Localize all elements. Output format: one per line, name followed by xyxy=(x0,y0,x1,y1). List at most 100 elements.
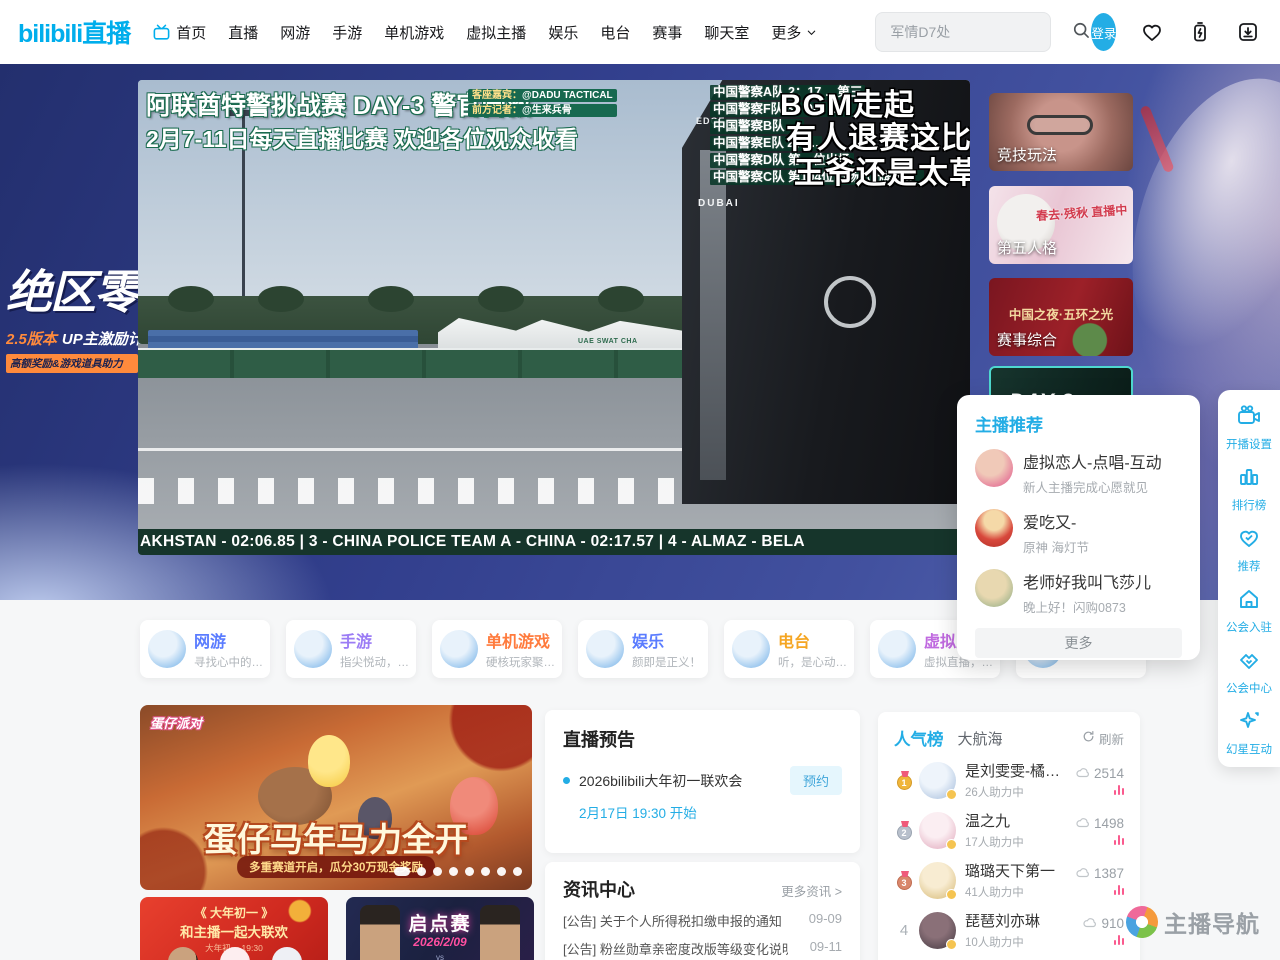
poster-banner: 高额奖励&游戏道具助力 xyxy=(6,354,138,373)
results-ticker: AKHSTAN - 02:06.85 | 3 - CHINA POLICE TE… xyxy=(138,529,970,555)
popularity-bars-icon xyxy=(1114,835,1125,845)
category-card-mobilegame[interactable]: 手游指尖悦动，… xyxy=(286,620,416,678)
favorites-heart-icon[interactable] xyxy=(1140,20,1164,44)
category-mascot xyxy=(440,630,478,668)
promo-carousel-banner[interactable]: 蛋仔派对 蛋仔马年马力全开 多重赛道开启，瓜分30万现金奖励 xyxy=(140,705,532,890)
avatar xyxy=(919,862,956,899)
nav-item-esports[interactable]: 赛事 xyxy=(652,22,682,43)
game-logo: 蛋仔派对 xyxy=(150,713,202,732)
recommend-more-button[interactable]: 更多 xyxy=(975,628,1182,658)
login-button[interactable]: 登录 xyxy=(1091,13,1116,51)
nav-item-mobilegame[interactable]: 手游 xyxy=(332,22,362,43)
ranking-row[interactable]: 3 璐璐天下第一 41人助力中 1387 xyxy=(894,860,1124,900)
stream-subtitle-overlay: 2月7-11日每天直播比赛 欢迎各位观众收看 xyxy=(146,120,578,154)
nav-item-more[interactable]: 更多 xyxy=(771,22,817,43)
search-box xyxy=(875,12,1051,52)
category-card-netgame[interactable]: 网游寻找心中的… xyxy=(140,620,270,678)
tool-broadcast-settings[interactable]: 开播设置 xyxy=(1226,404,1272,452)
refresh-icon xyxy=(1082,730,1095,746)
popularity-bars-icon xyxy=(1114,885,1125,895)
search-icon[interactable] xyxy=(1071,20,1091,45)
camera-icon xyxy=(1236,404,1262,433)
live-schedule-card: 直播预告 2026bilibili大年初一联欢会 预约 2月17日 19:30 … xyxy=(545,710,860,853)
avatar xyxy=(975,569,1013,607)
sub-banner-row: 《 大年初一 》 和主播一起大联欢 大年初一 19:30 启点赛 2026/2/… xyxy=(140,897,534,960)
avatar xyxy=(919,912,956,949)
tool-star-interact[interactable]: 幻星互动 xyxy=(1226,709,1272,757)
nav-item-netgame[interactable]: 网游 xyxy=(280,22,310,43)
tab-navigation-fleet[interactable]: 大航海 xyxy=(958,728,1003,749)
live-video-player[interactable]: UAE SWAT CHA EDGE DUBAI 阿联酋特警挑战赛 DAY-3 警… xyxy=(138,80,970,555)
carousel-dot[interactable] xyxy=(449,867,458,876)
battery-charge-icon[interactable] xyxy=(1188,20,1212,44)
category-mascot xyxy=(732,630,770,668)
carousel-dot[interactable] xyxy=(513,867,522,876)
side-stream-competitive[interactable]: 竞技玩法 xyxy=(989,93,1133,171)
refresh-button[interactable]: 刷新 xyxy=(1082,729,1124,748)
download-icon[interactable] xyxy=(1236,20,1260,44)
category-card-entertainment[interactable]: 娱乐颜即是正义！ xyxy=(578,620,708,678)
news-item[interactable]: [公告] 关于个人所得税扣缴申报的通知 09-09 xyxy=(563,911,842,930)
newyear-gala-banner[interactable]: 《 大年初一 》 和主播一起大联欢 大年初一 19:30 xyxy=(140,897,328,960)
carousel-dot[interactable] xyxy=(394,867,410,876)
ranking-row[interactable]: 4 琵琶刘亦琳 10人助力中 910 xyxy=(894,910,1124,950)
logo-text: bilibili直播 xyxy=(18,14,130,50)
tool-ranking[interactable]: 排行榜 xyxy=(1232,465,1267,513)
scene-tent-text: UAE SWAT CHA xyxy=(578,338,638,345)
nav-item-home[interactable]: 首页 xyxy=(152,22,206,43)
news-center-card: 资讯中心 更多资讯 > [公告] 关于个人所得税扣缴申报的通知 09-09 [公… xyxy=(545,862,860,960)
pinwheel-icon xyxy=(1121,901,1162,942)
zzz-promo-poster[interactable]: 绝区零 2.5版本UP主激励计划 高额奖励&游戏道具助力 xyxy=(6,256,138,373)
news-item[interactable]: [公告] 粉丝勋章亲密度改版等级变化说明 09-11 xyxy=(563,939,842,958)
more-news-link[interactable]: 更多资讯 > xyxy=(781,881,842,900)
avatar xyxy=(975,509,1013,547)
recommend-item[interactable]: 老师好我叫飞莎儿 晚上好！闪购0873 xyxy=(975,569,1182,616)
sparkle-star-icon xyxy=(1237,709,1261,738)
home-icon xyxy=(1237,587,1261,616)
recommend-item[interactable]: 虚拟恋人-点唱-互动 新人主播完成心愿就见 xyxy=(975,449,1182,496)
popularity-ranking-card: 人气榜 大航海 刷新 1 是刘雯雯-橘… 26人助力中 2514 xyxy=(878,712,1140,960)
category-card-singlegame[interactable]: 单机游戏硬核玩家聚… xyxy=(432,620,562,678)
tool-guild-join[interactable]: 公会入驻 xyxy=(1226,587,1272,635)
ranking-row[interactable]: 2 温之九 17人助力中 1498 xyxy=(894,810,1124,850)
popularity-bars-icon xyxy=(1114,785,1125,795)
nav-item-radio[interactable]: 电台 xyxy=(600,22,630,43)
avatar xyxy=(919,812,956,849)
ranking-row[interactable]: 1 是刘雯雯-橘… 26人助力中 2514 xyxy=(894,760,1124,800)
nav-item-singlegame[interactable]: 单机游戏 xyxy=(384,22,444,43)
streamer-face-art xyxy=(1027,115,1093,135)
gold-medal-icon: 1 xyxy=(897,775,912,790)
recommend-item[interactable]: 爱吃又- 原神 海灯节 xyxy=(975,509,1182,556)
nav-item-entertainment[interactable]: 娱乐 xyxy=(548,22,578,43)
bilibili-live-logo[interactable]: bilibili直播 xyxy=(18,14,130,50)
category-card-radio[interactable]: 电台听，是心动… xyxy=(724,620,854,678)
nav-item-chatroom[interactable]: 聊天室 xyxy=(704,22,749,43)
carousel-dot[interactable] xyxy=(465,867,474,876)
qidian-match-banner[interactable]: 启点赛 2026/2/09 vs xyxy=(346,897,534,960)
nav-item-live[interactable]: 直播 xyxy=(228,22,258,43)
tool-recommend[interactable]: 推荐 xyxy=(1237,526,1261,574)
bar-chart-icon xyxy=(1237,465,1261,494)
category-mascot xyxy=(294,630,332,668)
side-stream-esports[interactable]: 中国之夜·五环之光 赛事综合 xyxy=(989,278,1133,356)
guest-credits-overlay: 客座嘉宾：@DADU TACTICAL 前方记者：@生来兵骨 xyxy=(468,89,617,117)
bronze-medal-icon: 3 xyxy=(897,875,912,890)
nav-item-vtuber[interactable]: 虚拟主播 xyxy=(466,22,526,43)
silver-medal-icon: 2 xyxy=(897,825,912,840)
reserve-button[interactable]: 预约 xyxy=(790,766,842,795)
tool-guild-center[interactable]: 公会中心 xyxy=(1226,648,1272,696)
carousel-dot[interactable] xyxy=(497,867,506,876)
category-mascot xyxy=(878,630,916,668)
tab-popularity[interactable]: 人气榜 xyxy=(894,726,944,750)
side-stream-identityv[interactable]: 春去·残秋 直播中 第五人格 xyxy=(989,186,1133,264)
carousel-dot[interactable] xyxy=(417,867,426,876)
category-mascot xyxy=(148,630,186,668)
carousel-dot[interactable] xyxy=(481,867,490,876)
carousel-dot[interactable] xyxy=(433,867,442,876)
search-input[interactable] xyxy=(890,24,1071,40)
heart-icon xyxy=(1237,526,1261,555)
poster-campaign: UP主激励计划 xyxy=(62,331,138,348)
carousel-dots xyxy=(394,867,522,876)
banner-title: 蛋仔马年马力全开 xyxy=(140,813,532,861)
streamer-nav-watermark: 主播导航 xyxy=(1126,905,1260,939)
